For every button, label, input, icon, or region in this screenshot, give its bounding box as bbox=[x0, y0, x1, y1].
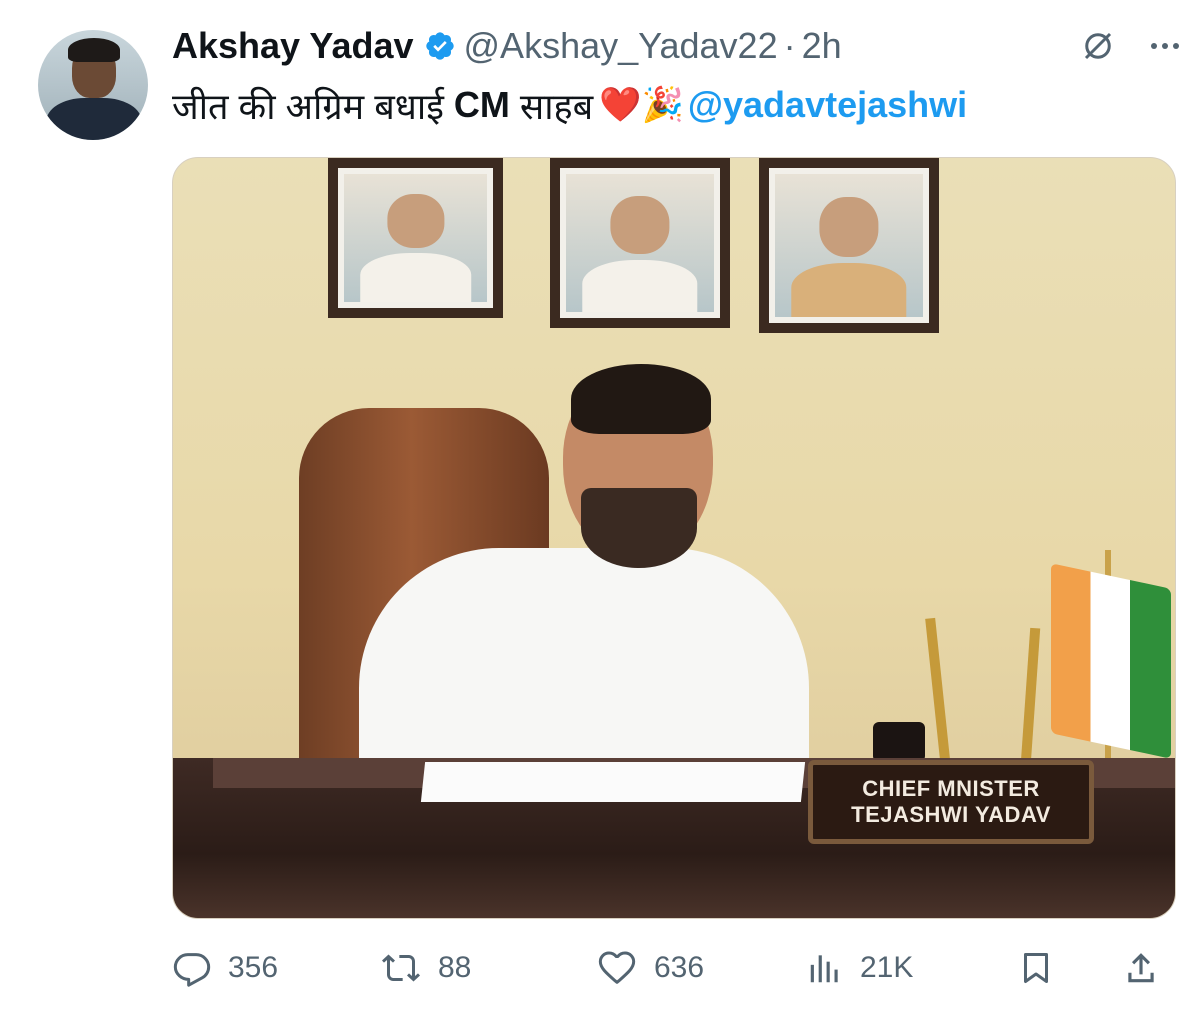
more-icon[interactable] bbox=[1150, 41, 1180, 51]
bookmark-icon bbox=[1024, 953, 1048, 983]
nameplate-line-2: TEJASHWI YADAV bbox=[851, 802, 1051, 827]
like-button[interactable]: 636 bbox=[596, 944, 704, 992]
tweet-actions: 356 88 636 21K bbox=[172, 944, 1162, 992]
share-button[interactable] bbox=[1122, 944, 1160, 992]
retweet-icon bbox=[382, 954, 420, 982]
indian-flag bbox=[1051, 563, 1171, 759]
reply-count: 356 bbox=[228, 951, 279, 984]
retweet-button[interactable]: 88 bbox=[380, 944, 471, 992]
like-count: 636 bbox=[654, 951, 705, 984]
tweet-text-cm: CM bbox=[453, 84, 510, 125]
header-icons bbox=[1080, 28, 1180, 64]
like-icon bbox=[598, 951, 636, 984]
views-count: 21K bbox=[860, 951, 914, 984]
retweet-count: 88 bbox=[438, 951, 472, 984]
desk-nameplate: CHIEF MNISTER TEJASHWI YADAV bbox=[808, 760, 1094, 844]
views-icon bbox=[810, 955, 838, 983]
person-hair bbox=[571, 364, 711, 434]
tweet-media-image[interactable]: CHIEF MNISTER TEJASHWI YADAV bbox=[172, 157, 1176, 919]
reply-button[interactable]: 356 bbox=[172, 944, 278, 992]
avatar-hair bbox=[68, 38, 120, 62]
document-paper bbox=[420, 762, 806, 802]
person-beard bbox=[581, 488, 697, 568]
tweet-emoji: ❤️🎉 bbox=[599, 86, 684, 124]
tweet-text-saheb: साहब bbox=[519, 85, 594, 127]
verified-badge-icon bbox=[425, 32, 454, 60]
author-name[interactable]: Akshay Yadav bbox=[172, 25, 414, 67]
pen-holder bbox=[873, 722, 925, 762]
portrait-frame-3 bbox=[759, 158, 939, 333]
views-button[interactable]: 21K bbox=[806, 944, 913, 992]
grok-icon[interactable] bbox=[1080, 28, 1116, 64]
pen-stand-2 bbox=[1019, 627, 1041, 779]
separator-dot: · bbox=[783, 25, 796, 66]
share-icon bbox=[1128, 953, 1154, 983]
portrait-frame-1 bbox=[328, 158, 503, 318]
avatar-torso bbox=[46, 98, 142, 140]
bookmark-button[interactable] bbox=[1018, 944, 1054, 992]
mention-link[interactable]: @yadavtejashwi bbox=[688, 84, 967, 126]
reply-icon bbox=[173, 953, 211, 987]
author-avatar[interactable] bbox=[38, 30, 148, 140]
author-handle[interactable]: @Akshay_Yadav22 bbox=[464, 25, 778, 67]
nameplate-line-1: CHIEF MNISTER bbox=[862, 776, 1040, 801]
tweet-text-hindi: जीत की अग्रिम बधाई bbox=[172, 85, 444, 127]
tweet-time[interactable]: 2h bbox=[802, 25, 842, 67]
tweet-header: Akshay Yadav @Akshay_Yadav22 · 2h bbox=[172, 22, 1180, 70]
tweet-text: जीत की अग्रिम बधाई CM साहब ❤️🎉 @yadavtej… bbox=[172, 80, 967, 130]
portrait-frame-2 bbox=[550, 158, 730, 328]
pen-stand-1 bbox=[925, 617, 951, 769]
